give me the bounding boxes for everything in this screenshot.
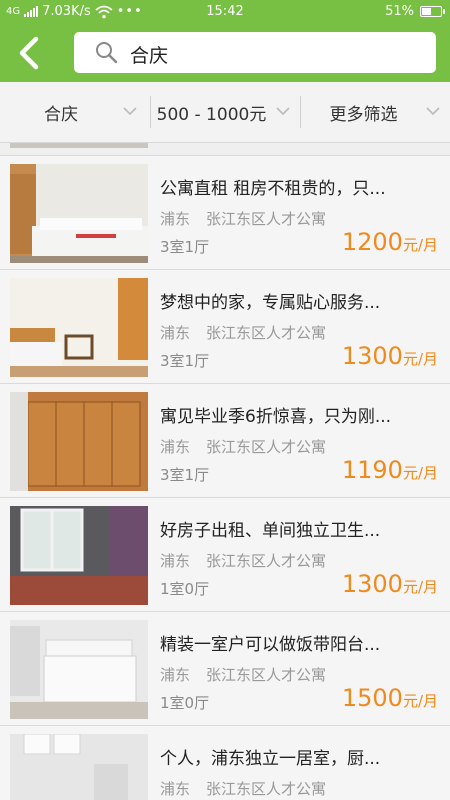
listing-rooms: 3室1厅 bbox=[160, 466, 210, 484]
chevron-left-icon bbox=[19, 36, 39, 70]
search-value: 合庆 bbox=[130, 45, 169, 67]
listing-photo bbox=[10, 734, 148, 800]
listing-photo bbox=[10, 392, 148, 491]
listing-title: 个人，浦东独立一居室，厨... bbox=[160, 749, 381, 769]
filter-price-label: 500 - 1000元 bbox=[156, 105, 267, 125]
filter-more-label: 更多筛选 bbox=[329, 105, 398, 125]
listing-photo bbox=[10, 164, 148, 263]
battery-percent: 51% bbox=[385, 4, 414, 19]
listing-location: 浦东 张江东区人才公寓 bbox=[160, 780, 327, 798]
listing-thumbnail-partial bbox=[10, 143, 148, 148]
listing-title: 公寓直租 租房不租贵的，只... bbox=[160, 179, 386, 199]
listing-location: 浦东 张江东区人才公寓 bbox=[160, 324, 327, 342]
listing-price: 1300元/月 bbox=[341, 570, 438, 598]
clock: 15:42 bbox=[206, 4, 244, 19]
listing-item[interactable]: 精装一室户可以做饭带阳台... 浦东 张江东区人才公寓 1室0厅 1500元/月 bbox=[0, 612, 450, 726]
search-input[interactable]: 合庆 bbox=[74, 32, 436, 73]
chevron-down-icon bbox=[276, 107, 290, 116]
filter-price[interactable]: 500 - 1000元 bbox=[151, 82, 300, 143]
listing-title: 梦想中的家，专属贴心服务... bbox=[160, 293, 381, 313]
chevron-down-icon bbox=[426, 107, 440, 116]
listing-rooms: 1室0厅 bbox=[160, 694, 210, 712]
search-icon bbox=[96, 42, 118, 64]
battery-icon bbox=[420, 6, 445, 17]
listing-item[interactable]: 寓见毕业季6折惊喜，只为刚... 浦东 张江东区人才公寓 3室1厅 1190元/月 bbox=[0, 384, 450, 498]
listing-photo bbox=[10, 278, 148, 377]
listing-price: 1300元/月 bbox=[341, 342, 438, 370]
filter-bar: 合庆 500 - 1000元 更多筛选 bbox=[0, 82, 450, 143]
listing-title: 精装一室户可以做饭带阳台... bbox=[160, 635, 381, 655]
listing-photo bbox=[10, 620, 148, 719]
chevron-down-icon bbox=[123, 107, 137, 116]
listing-item[interactable]: 个人，浦东独立一居室，厨... 浦东 张江东区人才公寓 bbox=[0, 726, 450, 800]
listing-price: 1500元/月 bbox=[341, 684, 438, 712]
filter-area-label: 合庆 bbox=[44, 105, 78, 125]
listing-location: 浦东 张江东区人才公寓 bbox=[160, 666, 327, 684]
filter-more[interactable]: 更多筛选 bbox=[301, 82, 450, 143]
listing-location: 浦东 张江东区人才公寓 bbox=[160, 552, 327, 570]
listing-rooms: 3室1厅 bbox=[160, 238, 210, 256]
listing-price: 1190元/月 bbox=[341, 456, 438, 484]
listing-list[interactable]: 公寓直租 租房不租贵的，只... 浦东 张江东区人才公寓 3室1厅 1200元/月… bbox=[0, 143, 450, 800]
back-button[interactable] bbox=[14, 36, 44, 70]
listing-item[interactable]: 梦想中的家，专属贴心服务... 浦东 张江东区人才公寓 3室1厅 1300元/月 bbox=[0, 270, 450, 384]
app-header: 4G 7.03K/s ••• 15:42 51% 合庆 bbox=[0, 0, 450, 82]
listing-rooms: 3室1厅 bbox=[160, 352, 210, 370]
listing-photo bbox=[10, 506, 148, 605]
listing-item[interactable]: 公寓直租 租房不租贵的，只... 浦东 张江东区人才公寓 3室1厅 1200元/月 bbox=[0, 156, 450, 270]
listing-rooms: 1室0厅 bbox=[160, 580, 210, 598]
listing-item[interactable]: 好房子出租、单间独立卫生... 浦东 张江东区人才公寓 1室0厅 1300元/月 bbox=[0, 498, 450, 612]
listing-price: 1200元/月 bbox=[341, 228, 438, 256]
status-bar: 4G 7.03K/s ••• 15:42 51% bbox=[0, 0, 450, 24]
listing-location: 浦东 张江东区人才公寓 bbox=[160, 438, 327, 456]
listing-title: 寓见毕业季6折惊喜，只为刚... bbox=[160, 407, 392, 427]
listing-location: 浦东 张江东区人才公寓 bbox=[160, 210, 327, 228]
listing-title: 好房子出租、单间独立卫生... bbox=[160, 521, 381, 541]
filter-area[interactable]: 合庆 bbox=[0, 82, 150, 143]
